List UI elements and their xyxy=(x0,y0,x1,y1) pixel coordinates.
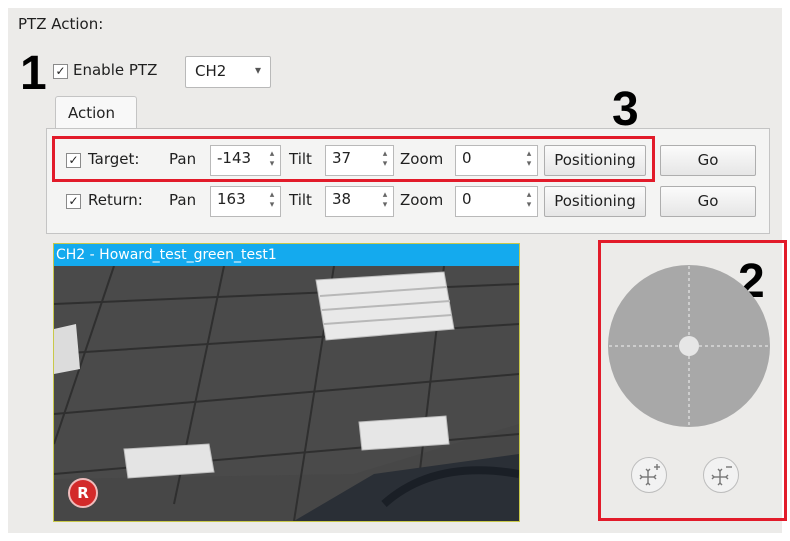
return-zoom-value: 0 xyxy=(462,190,472,208)
record-badge-icon: R xyxy=(68,478,98,508)
ceiling-camera-image xyxy=(54,244,519,521)
spin-arrows-icon[interactable]: ▴ ▾ xyxy=(266,190,278,210)
annotation-number-1: 1 xyxy=(20,47,47,100)
channel-select-value: CH2 xyxy=(195,62,227,80)
video-title-bar: CH2 - Howard_test_green_test1 xyxy=(54,244,519,266)
return-zoom-label: Zoom xyxy=(400,191,444,209)
return-tilt-label: Tilt xyxy=(289,191,312,209)
return-positioning-button[interactable]: Positioning xyxy=(544,186,646,217)
video-preview[interactable]: CH2 - Howard_test_green_test1 R xyxy=(53,243,520,522)
highlight-box-ptz-controls xyxy=(598,240,787,521)
enable-ptz-label: Enable PTZ xyxy=(73,61,158,79)
return-tilt-spinbox[interactable]: 38 ▴ ▾ xyxy=(325,186,394,217)
return-label: Return: xyxy=(88,191,143,209)
return-zoom-spinbox[interactable]: 0 ▴ ▾ xyxy=(455,186,538,217)
return-pan-value: 163 xyxy=(217,190,246,208)
panel-title: PTZ Action: xyxy=(18,15,104,33)
annotation-number-3: 3 xyxy=(612,83,639,136)
return-tilt-value: 38 xyxy=(332,190,352,208)
return-pan-spinbox[interactable]: 163 ▴ ▾ xyxy=(210,186,281,217)
highlight-box-target-row xyxy=(52,136,655,182)
return-go-button[interactable]: Go xyxy=(660,186,756,217)
spin-arrows-icon[interactable]: ▴ ▾ xyxy=(379,190,391,210)
return-pan-label: Pan xyxy=(169,191,197,209)
spin-arrows-icon[interactable]: ▴ ▾ xyxy=(523,190,535,210)
chevron-down-icon: ▾ xyxy=(254,63,261,77)
tab-action[interactable]: Action xyxy=(55,96,137,130)
return-checkbox[interactable]: ✓ xyxy=(66,194,81,209)
target-go-button[interactable]: Go xyxy=(660,145,756,176)
enable-ptz-checkbox[interactable]: ✓ xyxy=(53,64,68,79)
channel-select[interactable]: CH2 ▾ xyxy=(185,56,271,88)
tab-action-label: Action xyxy=(68,104,115,122)
